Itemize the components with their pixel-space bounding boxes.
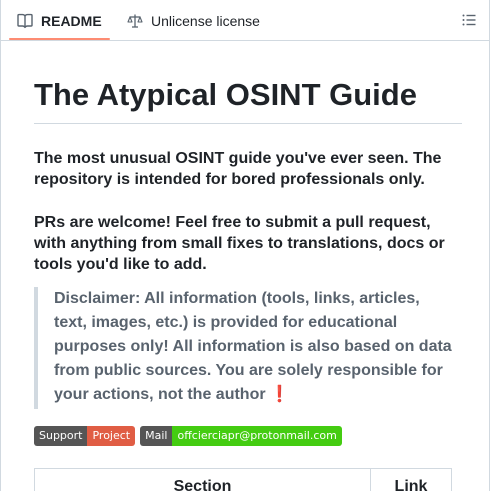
title-divider bbox=[34, 123, 462, 124]
sections-table: Section Link bbox=[34, 468, 452, 491]
outline-button[interactable] bbox=[457, 8, 481, 32]
page-title: The Atypical OSINT Guide bbox=[34, 77, 417, 112]
exclamation-icon: ❗ bbox=[269, 386, 290, 403]
mail-badge[interactable]: Mail offcierciapr@protonmail.com bbox=[140, 426, 342, 446]
scale-icon bbox=[127, 14, 143, 28]
tab-license-label: Unlicense license bbox=[151, 12, 260, 29]
support-badge-value: Project bbox=[87, 426, 136, 446]
intro-paragraph: The most unusual OSINT guide you've ever… bbox=[34, 150, 442, 188]
table-header-section: Section bbox=[35, 469, 371, 491]
active-tab-indicator bbox=[9, 38, 110, 40]
table-header-link: Link bbox=[394, 478, 428, 491]
support-badge[interactable]: Support Project bbox=[34, 426, 136, 446]
disclaimer-text: Disclaimer: All information (tools, link… bbox=[54, 290, 452, 403]
readme-panel: README Unlicense license The Atypical OS… bbox=[0, 0, 490, 491]
mail-badge-label: Mail bbox=[140, 426, 173, 446]
mail-badge-value: offcierciapr@protonmail.com bbox=[172, 426, 342, 446]
tab-readme-label: README bbox=[41, 12, 102, 29]
disclaimer-paragraph: Disclaimer: All information (tools, link… bbox=[54, 287, 454, 407]
list-icon bbox=[462, 14, 476, 26]
tab-license[interactable]: Unlicense license bbox=[127, 0, 260, 41]
disclaimer-blockquote: Disclaimer: All information (tools, link… bbox=[34, 287, 454, 409]
badge-row: Support Project Mail offcierciapr@proton… bbox=[34, 426, 342, 446]
contribute-paragraph: PRs are welcome! Feel free to submit a p… bbox=[34, 214, 445, 273]
readme-tabs: README Unlicense license bbox=[1, 0, 489, 41]
book-icon bbox=[17, 13, 33, 28]
tab-readme[interactable]: README bbox=[17, 0, 102, 41]
support-badge-label: Support bbox=[34, 426, 88, 446]
